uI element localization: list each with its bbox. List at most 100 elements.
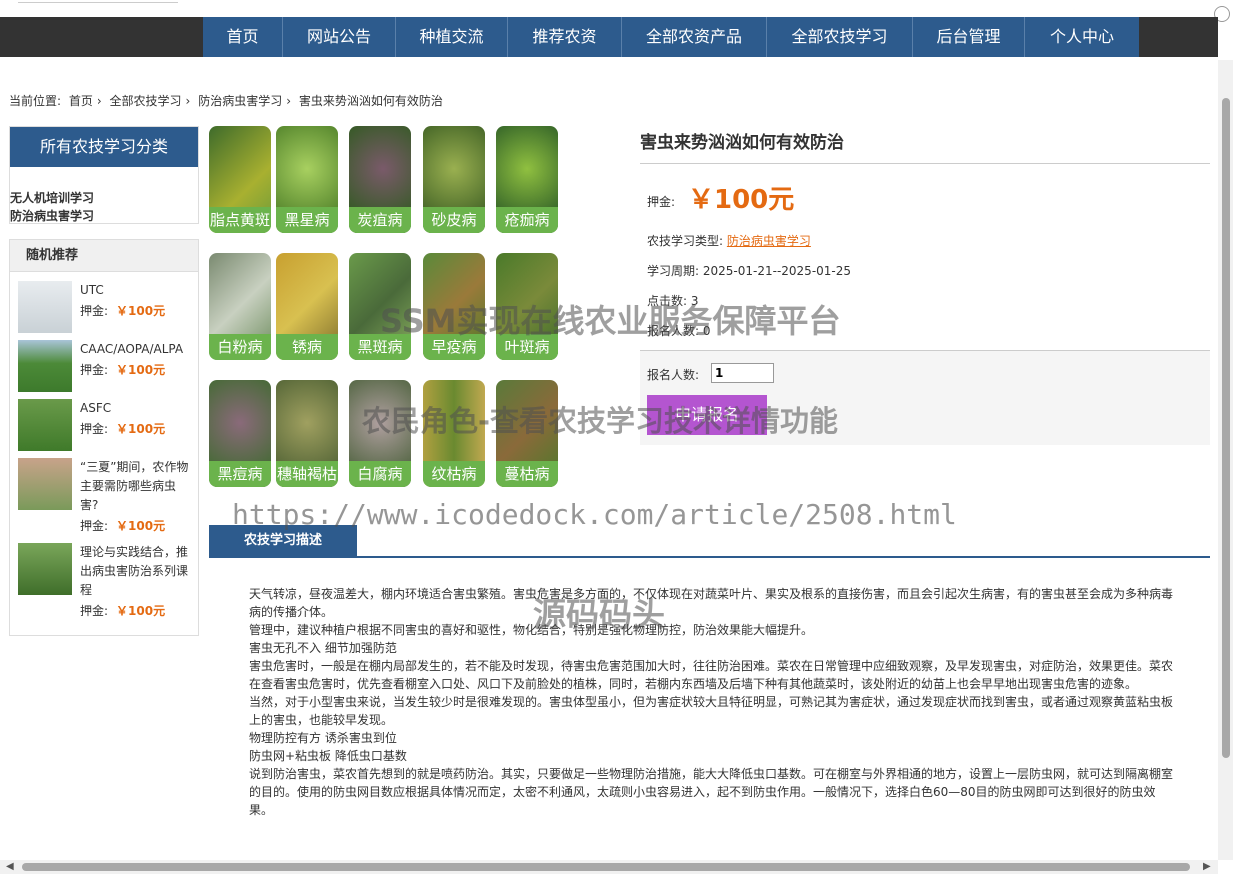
disease-label: 蔓枯病: [496, 461, 558, 487]
description-paragraph: 害虫危害时，一般是在棚内局部发生的，若不能及时发现，待害虫危害范围加大时，往往防…: [249, 657, 1174, 693]
disease-label: 炭疽病: [349, 207, 411, 233]
apply-button[interactable]: 申请报名: [647, 395, 767, 435]
scroll-left-icon[interactable]: ◀: [6, 861, 14, 872]
breadcrumb-home[interactable]: 首页: [69, 94, 93, 108]
disease-label: 叶斑病: [496, 334, 558, 360]
recommend-thumbnail[interactable]: [18, 340, 72, 392]
nav-home[interactable]: 首页: [203, 17, 283, 57]
disease-tile: 脂点黄斑病: [209, 126, 271, 233]
description-paragraph: 物理防控有方 诱杀害虫到位: [249, 729, 1174, 747]
disease-tile: 砂皮病: [423, 126, 485, 233]
disease-label: 锈病: [276, 334, 338, 360]
disease-tile: 疮痂病: [496, 126, 558, 233]
recommend-item-title[interactable]: “三夏”期间，农作物主要需防哪些病虫害?: [80, 458, 194, 515]
recommend-thumbnail[interactable]: [18, 399, 72, 451]
disease-label: 穗轴褐枯病: [276, 461, 338, 487]
enrolled-label: 报名人数:: [647, 324, 699, 338]
recommend-thumbnail[interactable]: [18, 543, 72, 595]
vertical-scrollbar-thumb[interactable]: [1222, 98, 1230, 758]
recommend-item-price: 押金:￥100元: [80, 420, 165, 437]
product-title: 害虫来势汹汹如何有效防治: [640, 128, 844, 153]
disease-tile: 穗轴褐枯病: [276, 380, 338, 487]
recommend-item-title[interactable]: UTC: [80, 281, 194, 300]
breadcrumb-prefix: 当前位置:: [9, 94, 61, 108]
breadcrumb-all-learning[interactable]: 全部农技学习: [110, 94, 182, 108]
nav-profile[interactable]: 个人中心: [1025, 17, 1139, 57]
disease-label: 黑斑病: [349, 334, 411, 360]
type-link[interactable]: 防治病虫害学习: [727, 234, 811, 248]
description-paragraph: 当然，对于小型害虫来说，当发生较少时是很难发现的。害虫体型虽小，但为害症状较大且…: [249, 693, 1174, 729]
disease-tile: 白腐病: [349, 380, 411, 487]
nav-planting-exchange[interactable]: 种植交流: [396, 17, 508, 57]
breadcrumb-category[interactable]: 防治病虫害学习: [198, 94, 282, 108]
clicks-label: 点击数:: [647, 294, 687, 308]
description-paragraph: 说到防治害虫，菜农首先想到的就是喷药防治。其实，只要做足一些物理防治措施，能大大…: [249, 765, 1174, 819]
recommend-item-title[interactable]: CAAC/AOPA/ALPA: [80, 340, 194, 359]
nav-all-learning[interactable]: 全部农技学习: [767, 17, 913, 57]
disease-label: 砂皮病: [423, 207, 485, 233]
price-value: ￥100元: [688, 179, 794, 216]
chevron-right-icon: ›: [286, 94, 291, 108]
clicks-value: 3: [691, 294, 699, 308]
disease-tile: 黑痘病: [209, 380, 271, 487]
signup-label: 报名人数:: [647, 366, 699, 383]
recommend-panel: 随机推荐 UTC 押金:￥100元 CAAC/AOPA/ALPA 押金:￥100…: [9, 239, 199, 636]
nav-all-supplies[interactable]: 全部农资产品: [622, 17, 767, 57]
disease-tile: 叶斑病: [496, 253, 558, 360]
price-label: 押金:: [647, 193, 675, 210]
description-content: 天气转凉，昼夜温差大，棚内环境适合害虫繁殖。害虫危害是多方面的，不仅体现在对蔬菜…: [249, 585, 1174, 819]
breadcrumb-current: 害虫来势汹汹如何有效防治: [299, 94, 443, 108]
recommend-item-price: 押金:￥100元: [80, 517, 165, 534]
nav-recommended-supplies[interactable]: 推荐农资: [508, 17, 622, 57]
clicks-row: 点击数: 3: [647, 292, 699, 309]
disease-label: 白腐病: [349, 461, 411, 487]
disease-label: 早疫病: [423, 334, 485, 360]
disease-label: 黑星病: [276, 207, 338, 233]
chevron-right-icon: ›: [186, 94, 191, 108]
nav-menu: 首页 网站公告 种植交流 推荐农资 全部农资产品 全部农技学习 后台管理 个人中…: [203, 17, 1139, 57]
disease-tile: 黑斑病: [349, 253, 411, 360]
disease-label: 白粉病: [209, 334, 271, 360]
category-title: 所有农技学习分类: [10, 127, 198, 167]
disease-label: 纹枯病: [423, 461, 485, 487]
breadcrumb: 当前位置: 首页 › 全部农技学习 › 防治病虫害学习 › 害虫来势汹汹如何有效防治: [9, 92, 447, 109]
description-paragraph: 害虫无孔不入 细节加强防范: [249, 639, 1174, 657]
top-input-remnant: [18, 0, 178, 3]
enrolled-value: 0: [703, 324, 711, 338]
description-paragraph: 管理中，建议种植户根据不同害虫的喜好和驱性，物化结合，特别是强化物理防控，防治效…: [249, 621, 1174, 639]
description-paragraph: 天气转凉，昼夜温差大，棚内环境适合害虫繁殖。害虫危害是多方面的，不仅体现在对蔬菜…: [249, 585, 1174, 621]
type-row: 农技学习类型: 防治病虫害学习: [647, 232, 811, 249]
recommend-item-title[interactable]: 理论与实践结合，推出病虫害防治系列课程: [80, 543, 194, 600]
signup-panel: 报名人数: 申请报名: [640, 350, 1210, 445]
pest-disease-image: 脂点黄斑病 黑星病 炭疽病 砂皮病 疮痂病 白粉病 锈病 黑斑病 早疫病 叶斑病…: [209, 126, 569, 488]
recommend-thumbnail[interactable]: [18, 458, 72, 510]
disease-label: 黑痘病: [209, 461, 271, 487]
nav-announcements[interactable]: 网站公告: [283, 17, 396, 57]
disease-tile: 锈病: [276, 253, 338, 360]
recommend-title: 随机推荐: [10, 240, 198, 272]
category-panel: 所有农技学习分类 无人机培训学习 防治病虫害学习: [9, 126, 199, 224]
divider: [640, 163, 1210, 164]
scroll-right-icon[interactable]: ▶: [1203, 861, 1211, 872]
period-row: 学习周期: 2025-01-21--2025-01-25: [647, 262, 851, 279]
type-label: 农技学习类型:: [647, 234, 723, 248]
tab-description[interactable]: 农技学习描述: [209, 525, 357, 557]
horizontal-scrollbar-thumb[interactable]: [22, 863, 1190, 871]
disease-tile: 白粉病: [209, 253, 271, 360]
disease-tile: 蔓枯病: [496, 380, 558, 487]
nav-admin[interactable]: 后台管理: [913, 17, 1025, 57]
chevron-right-icon: ›: [97, 94, 102, 108]
period-label: 学习周期:: [647, 264, 699, 278]
disease-tile: 黑星病: [276, 126, 338, 233]
category-item-pest[interactable]: 防治病虫害学习: [10, 207, 198, 225]
page: 首页 网站公告 种植交流 推荐农资 全部农资产品 全部农技学习 后台管理 个人中…: [0, 0, 1233, 874]
signup-count-input[interactable]: [711, 363, 774, 383]
enrolled-row: 报名人数: 0: [647, 322, 711, 339]
period-value: 2025-01-21--2025-01-25: [703, 264, 851, 278]
recommend-item-title[interactable]: ASFC: [80, 399, 194, 418]
recommend-item-price: 押金:￥100元: [80, 602, 165, 619]
category-item-drone[interactable]: 无人机培训学习: [10, 189, 198, 207]
disease-label: 脂点黄斑病: [209, 207, 271, 233]
navbar: 首页 网站公告 种植交流 推荐农资 全部农资产品 全部农技学习 后台管理 个人中…: [0, 17, 1218, 57]
recommend-thumbnail[interactable]: [18, 281, 72, 333]
